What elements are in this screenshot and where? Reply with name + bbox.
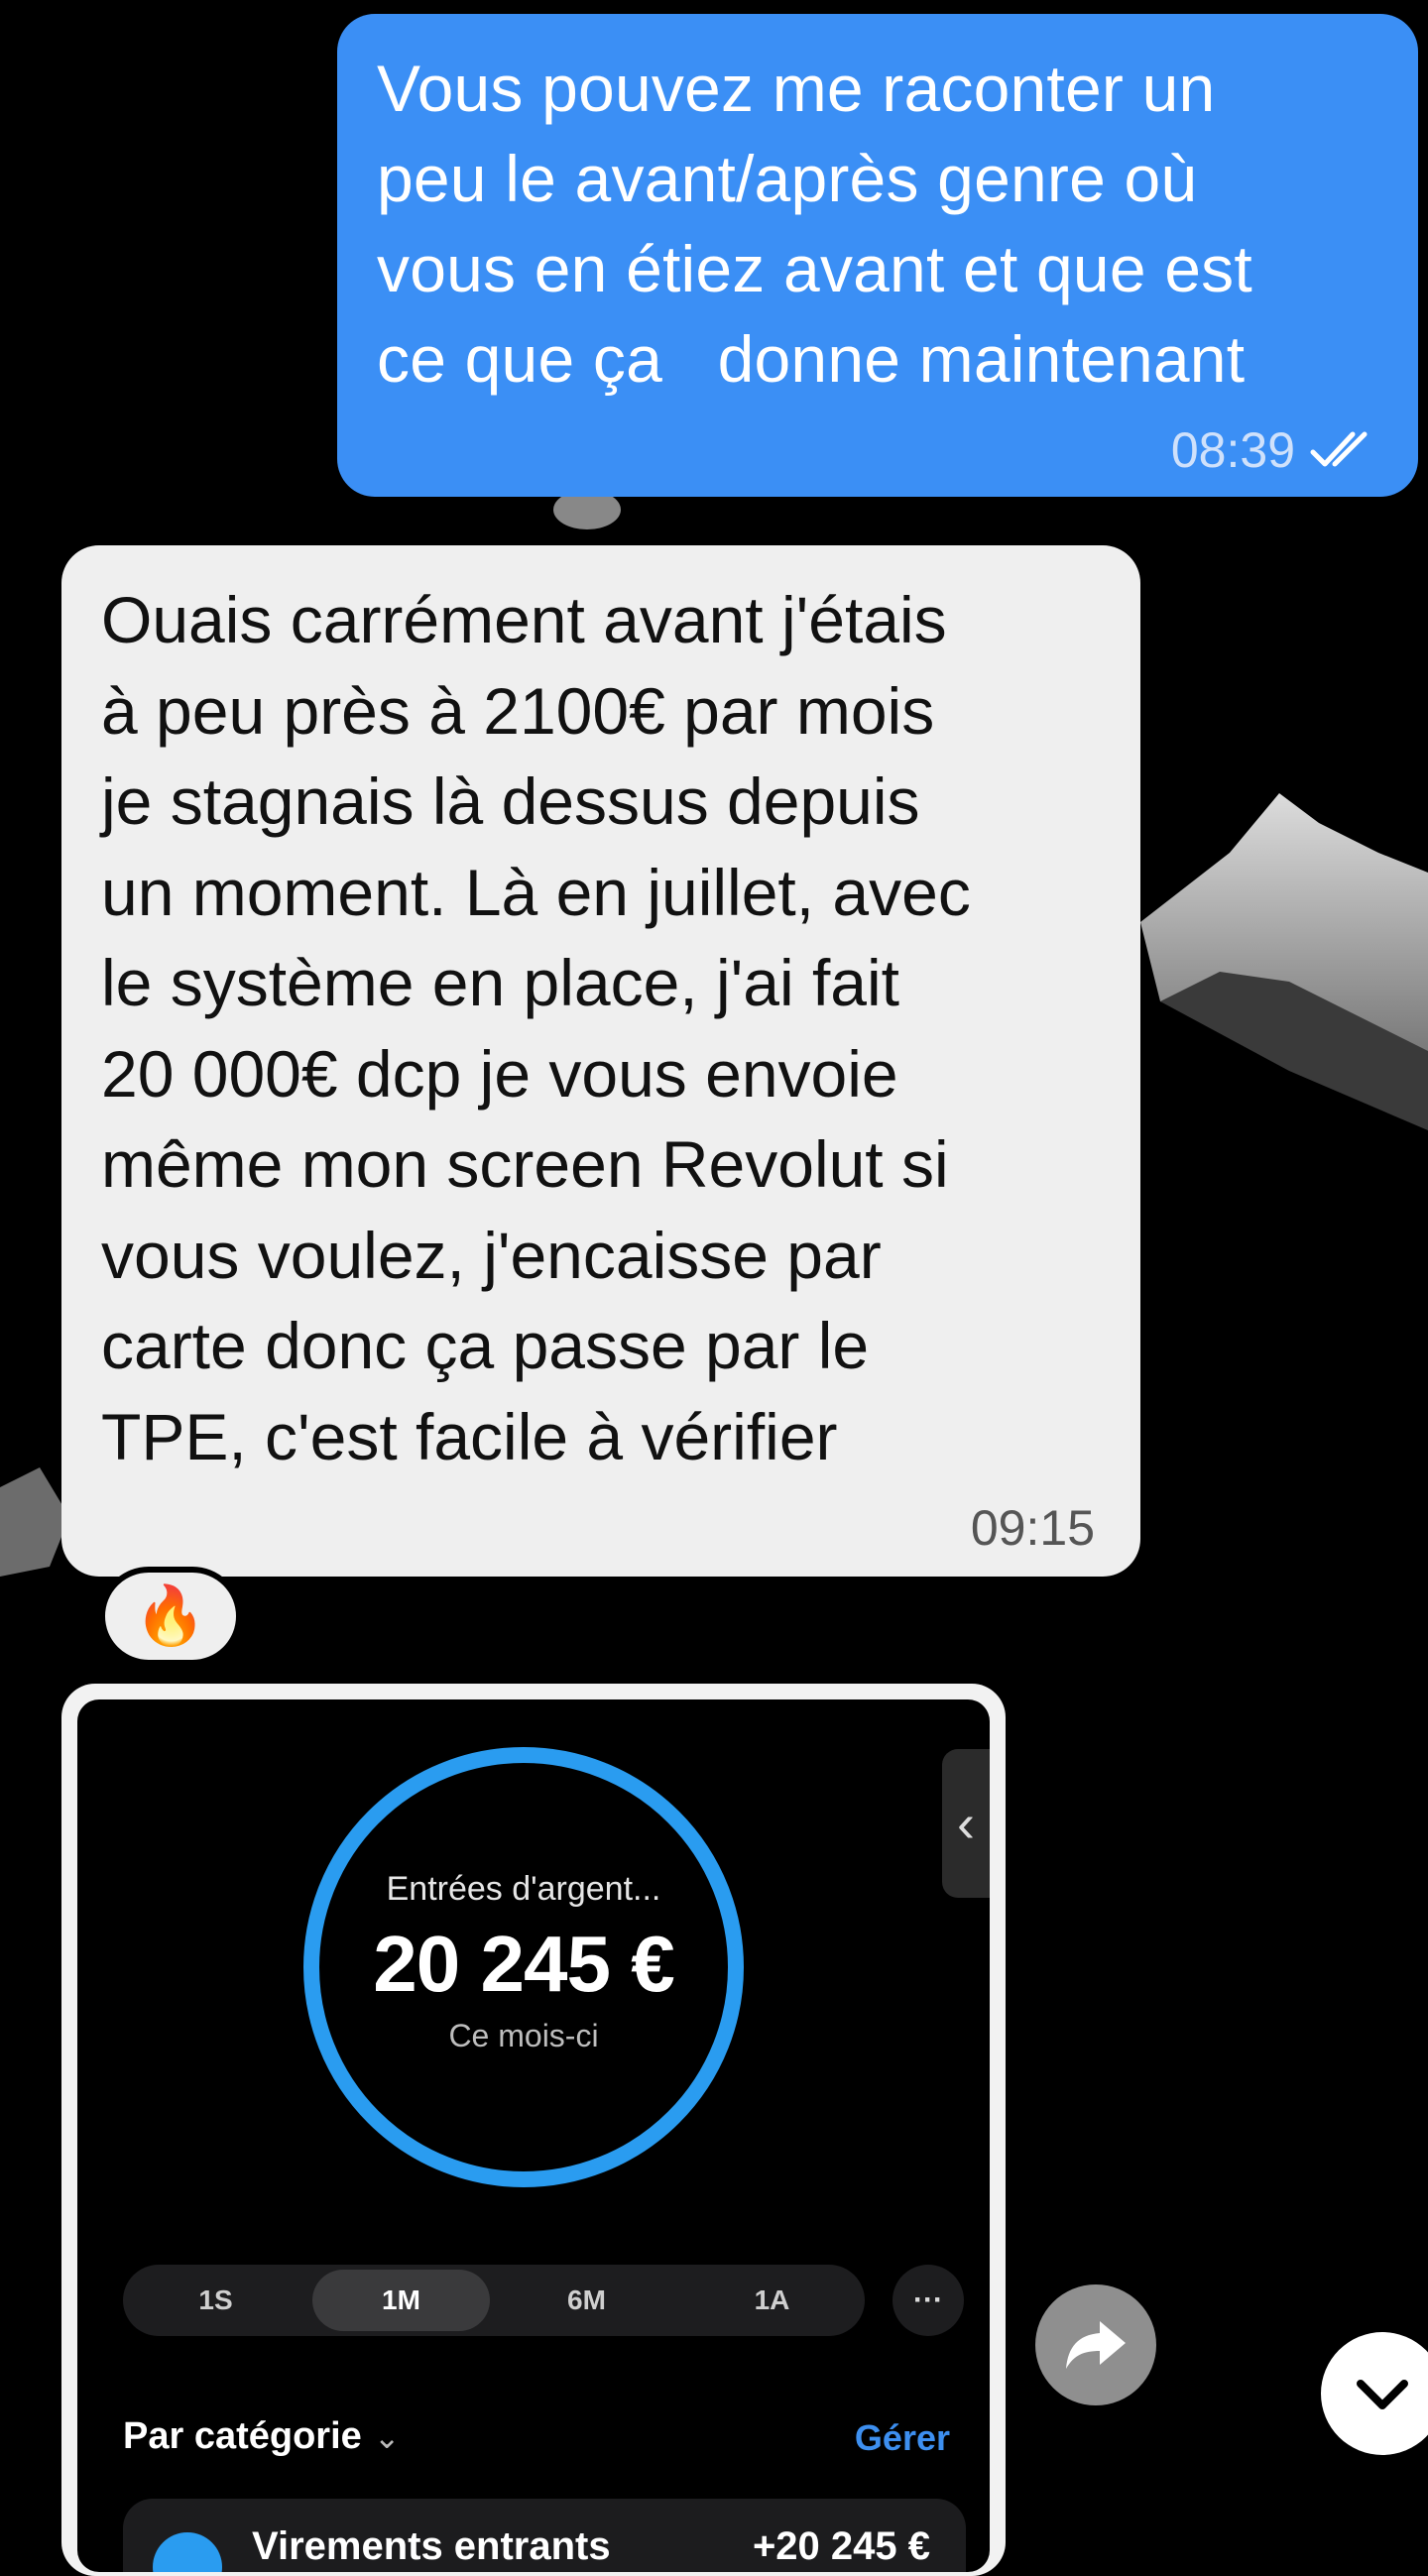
category-header[interactable]: Par catégorie ⌄ [123, 2415, 401, 2458]
income-amount: 20 245 € [373, 1920, 674, 2008]
image-message[interactable]: Entrées d'argent... 20 245 € Ce mois-ci … [61, 1684, 1006, 2576]
category-title: Par catégorie [123, 2415, 362, 2457]
forward-arrow-icon [1066, 2321, 1126, 2369]
ring-period: Ce mois-ci [448, 2018, 599, 2053]
category-name: Virements entrants [252, 2524, 611, 2568]
incoming-message-text: Ouais carrément avant j'étais à peu près… [101, 583, 971, 1473]
category-value: +20 245 € [752, 2524, 930, 2568]
ring-label: Entrées d'argent... [386, 1870, 661, 1908]
category-icon [153, 2532, 222, 2572]
message-time: 09:15 [970, 1500, 1095, 1556]
period-6m[interactable]: 6M [498, 2270, 675, 2331]
revolut-screenshot: Entrées d'argent... 20 245 € Ce mois-ci … [77, 1699, 990, 2572]
outgoing-message-text: Vous pouvez me raconter un peu le avant/… [377, 52, 1252, 396]
period-1s[interactable]: 1S [127, 2270, 304, 2331]
message-time: 08:39 [1170, 422, 1295, 478]
income-ring: Entrées d'argent... 20 245 € Ce mois-ci [303, 1747, 744, 2187]
chevron-down-icon: ⌄ [373, 2419, 401, 2455]
category-row[interactable]: Virements entrants +20 245 € [123, 2499, 966, 2572]
period-1m[interactable]: 1M [312, 2270, 490, 2331]
chevron-down-icon [1357, 2380, 1408, 2409]
more-icon[interactable]: ··· [892, 2265, 964, 2336]
reaction-badge[interactable]: 🔥 [99, 1567, 242, 1666]
chevron-left-icon[interactable]: ‹ [942, 1749, 990, 1898]
double-check-icon [1310, 431, 1368, 467]
manage-link[interactable]: Gérer [855, 2417, 950, 2459]
fire-emoji-icon: 🔥 [134, 1583, 207, 1648]
forward-button[interactable] [1035, 2284, 1156, 2405]
period-1a[interactable]: 1A [683, 2270, 861, 2331]
period-selector: 1S 1M 6M 1A [123, 2265, 865, 2336]
incoming-message-bubble[interactable]: Ouais carrément avant j'étais à peu près… [61, 545, 1140, 1577]
outgoing-message-bubble[interactable]: Vous pouvez me raconter un peu le avant/… [337, 14, 1418, 497]
message-meta: 08:39 [1171, 421, 1378, 479]
